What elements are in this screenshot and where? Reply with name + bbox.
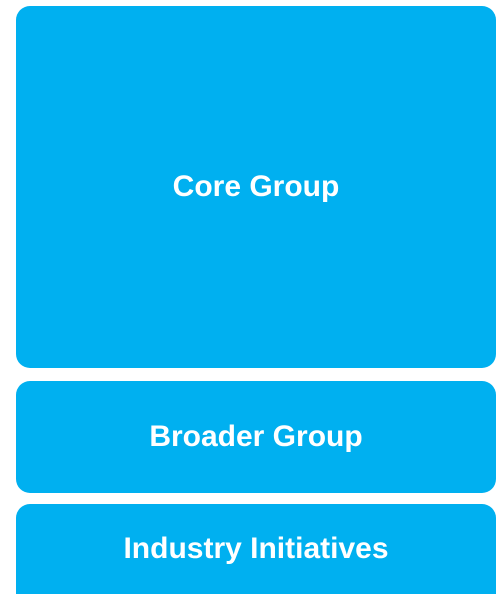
broader-group-label: Broader Group — [149, 420, 363, 453]
industry-initiatives-block: Industry Initiatives — [16, 504, 496, 594]
core-group-block: Core Group — [16, 6, 496, 368]
core-group-label: Core Group — [172, 170, 340, 203]
industry-initiatives-label: Industry Initiatives — [123, 532, 389, 565]
broader-group-block: Broader Group — [16, 381, 496, 493]
diagram-canvas: Core Group Broader Group Industry Initia… — [0, 0, 499, 594]
